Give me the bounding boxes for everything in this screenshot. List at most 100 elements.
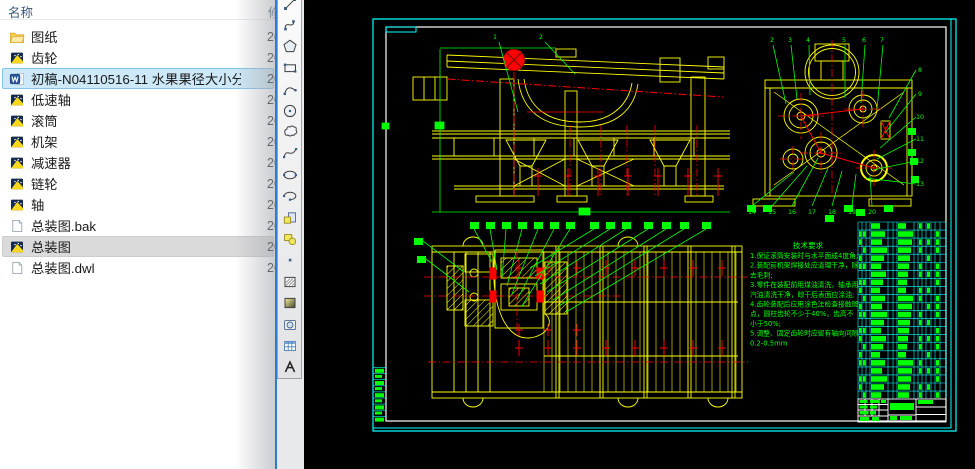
balloon-marker [884, 205, 893, 212]
spline-icon [282, 145, 298, 161]
rectangle-icon [282, 60, 298, 76]
draw-tool-table-button[interactable] [279, 335, 301, 356]
file-name: 图纸 [31, 30, 58, 45]
balloon-marker [908, 128, 916, 135]
callout-label: 2 [539, 34, 543, 41]
draw-tool-multiline-text-button[interactable] [279, 357, 301, 378]
draw-tool-revision-cloud-button[interactable] [279, 121, 301, 142]
assembly-drawing: 12 2 3 4 5 6 7891011121314 15 16 17 18 1… [372, 18, 957, 432]
gradient-icon [282, 295, 298, 311]
multiline-text-icon [282, 359, 298, 375]
gear-end-view: 2 3 4 5 6 7891011121314 15 16 17 18 19 20 [747, 37, 924, 222]
balloon-marker [908, 149, 916, 156]
file-name: 滚筒 [31, 114, 58, 129]
file-row[interactable]: 减速器20 [2, 152, 277, 173]
callout-label: 20 [868, 209, 876, 216]
draw-tool-gradient-button[interactable] [279, 292, 301, 313]
file-name: 总装图.bak [31, 219, 97, 234]
draw-tool-rectangle-button[interactable] [279, 57, 301, 78]
tech-requirements: 技术要求 1.保证滚筒安装时与水平面成4度角; 2.装配前机架焊接处应清理干净，… [750, 240, 859, 347]
draw-tool-ellipse-button[interactable] [279, 164, 301, 185]
balloon-marker [644, 222, 653, 229]
make-block-icon [282, 231, 298, 247]
balloon-marker [763, 205, 772, 212]
draw-tool-arc-button[interactable] [279, 79, 301, 100]
balloon-marker [518, 222, 527, 229]
ellipse-arc-icon [282, 188, 298, 204]
tech-requirements-line: 点，圆柱齿轮不少于40%，齿高不 [750, 309, 854, 318]
balloon-marker [825, 215, 834, 222]
draw-tool-spline-button[interactable] [279, 143, 301, 164]
toolbar-panel [277, 0, 304, 469]
file-row[interactable]: 总装图.bak20 [2, 215, 277, 236]
balloon-marker [622, 222, 631, 229]
draw-tool-insert-block-button[interactable] [279, 207, 301, 228]
balloon-marker [502, 222, 511, 229]
draw-tool-region-button[interactable] [279, 314, 301, 335]
balloon-marker [680, 222, 689, 229]
dwg-file-icon [9, 134, 25, 150]
callout-label: 5 [842, 37, 846, 44]
dwg-file-icon [9, 155, 25, 171]
file-name: 低速轴 [31, 93, 71, 108]
column-header-name[interactable]: 名称 [8, 2, 33, 21]
callout-label: 11 [916, 136, 924, 143]
balloon-marker [606, 222, 615, 229]
word-file-icon [9, 71, 25, 87]
file-row[interactable]: 齿轮20 [2, 47, 277, 68]
tech-requirements-line: 5.调整、固定齿轮时应留有轴向间隙 [750, 329, 859, 338]
draw-tool-ellipse-arc-button[interactable] [279, 186, 301, 207]
polygon-icon [282, 38, 298, 54]
line-icon [282, 0, 298, 12]
file-row[interactable]: 滚筒20 [2, 110, 277, 131]
file-row[interactable]: 轴20 [2, 194, 277, 215]
draw-tool-point-button[interactable] [279, 250, 301, 271]
file-row[interactable]: 初稿-N04110516-11 水果果径大小分选机20 [2, 68, 277, 89]
point-icon [282, 252, 298, 268]
file-name: 轴 [31, 198, 45, 213]
tech-requirements-title: 技术要求 [793, 240, 824, 250]
tech-requirements-line: 汽油清洗干净，晾干后表面应涂油; [750, 290, 854, 299]
balloon-marker [911, 176, 919, 183]
draw-tool-hatch-button[interactable] [279, 271, 301, 292]
draw-tool-polygon-button[interactable] [279, 36, 301, 57]
balloon-marker [486, 222, 495, 229]
arc-icon [282, 81, 298, 97]
balloon-marker [566, 222, 575, 229]
callout-label: 2 [770, 37, 774, 44]
edge-strip-table [373, 367, 386, 422]
hatch-icon [282, 274, 298, 290]
tech-requirements-line: 1.保证滚筒安装时与水平面成4度角; [750, 251, 858, 260]
file-row[interactable]: 低速轴20 [2, 89, 277, 110]
title-block-drawing-name-bar [890, 403, 914, 410]
dwg-file-icon [9, 92, 25, 108]
draw-tool-circle-button[interactable] [279, 100, 301, 121]
dwg-file-icon [9, 50, 25, 66]
file-row[interactable]: 链轮20 [2, 173, 277, 194]
tech-requirements-line: 4.齿轮装配后应用涂色法检查接触斑 [750, 300, 859, 309]
draw-tool-polyline-button[interactable] [279, 14, 301, 35]
file-name: 链轮 [31, 177, 58, 192]
balloon-marker [702, 222, 711, 229]
draw-tool-line-button[interactable] [279, 0, 301, 14]
balloon-marker [414, 238, 423, 245]
file-name: 初稿-N04110516-11 水果果径大小分选机 [31, 72, 241, 87]
callout-label: 3 [788, 37, 792, 44]
cad-drawing-area[interactable]: 12 2 3 4 5 6 7 8 9 10 11 12 13 14 15 16 … [304, 0, 975, 469]
file-row[interactable]: 图纸20 [2, 26, 277, 47]
explorer-column-headers: 名称 修改日期 [0, 0, 277, 20]
callout-label: 17 [808, 209, 816, 216]
file-row[interactable]: 总装图20 [2, 236, 277, 257]
elevation-view: 12 [381, 34, 730, 216]
file-row[interactable]: 总装图.dwl20 [2, 257, 277, 278]
balloon-marker [747, 205, 756, 212]
callout-label: 1 [493, 34, 497, 41]
insert-block-icon [282, 210, 298, 226]
balloon-marker [910, 158, 918, 165]
draw-tool-make-block-button[interactable] [279, 228, 301, 249]
file-row[interactable]: 机架20 [2, 131, 277, 152]
tech-requirements-line: 去毛刺; [750, 270, 773, 279]
callout-label: 4 [806, 37, 810, 44]
callout-label: 16 [788, 209, 796, 216]
circle-icon [282, 103, 298, 119]
